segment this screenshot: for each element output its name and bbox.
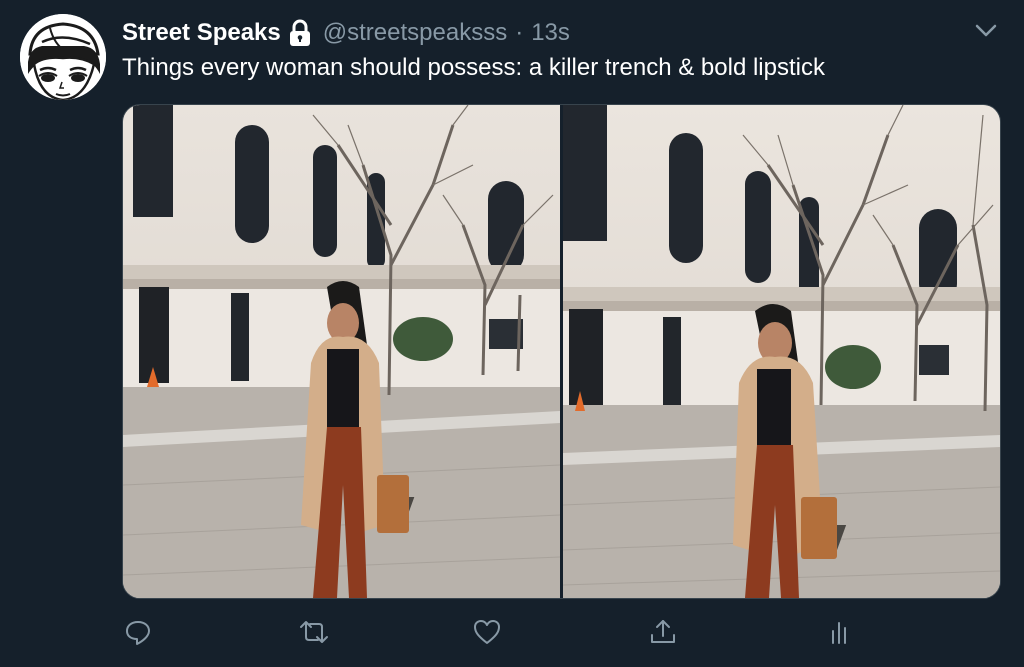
lock-icon (287, 19, 313, 47)
photo-1[interactable] (123, 105, 560, 598)
share-button[interactable] (643, 612, 683, 652)
tweet: Street Speaks @streetspeaksss · 13s Thin… (0, 0, 1024, 667)
media-grid (122, 104, 1001, 599)
timestamp[interactable]: 13s (531, 19, 570, 47)
retweet-button[interactable] (294, 612, 334, 652)
heart-icon (474, 620, 500, 644)
display-name[interactable]: Street Speaks (122, 19, 281, 47)
separator-dot: · (515, 19, 524, 46)
cartoon-girl-avatar-icon (20, 14, 106, 100)
tweet-text: Things every woman should possess: a kil… (122, 54, 825, 81)
reply-icon (126, 621, 150, 645)
tweet-menu-button[interactable] (972, 18, 1000, 42)
user-handle[interactable]: @streetspeaksss (323, 19, 507, 47)
like-button[interactable] (467, 612, 507, 652)
chevron-down-icon (975, 24, 997, 37)
retweet-icon (300, 621, 328, 643)
reply-button[interactable] (118, 612, 158, 652)
share-icon (651, 620, 675, 643)
avatar[interactable] (20, 14, 106, 100)
tweet-header: Street Speaks @streetspeaksss · 13s (122, 16, 570, 50)
analytics-icon (832, 622, 846, 644)
photo-2[interactable] (563, 105, 1000, 598)
analytics-button[interactable] (820, 612, 860, 652)
tweet-actions (122, 612, 902, 652)
